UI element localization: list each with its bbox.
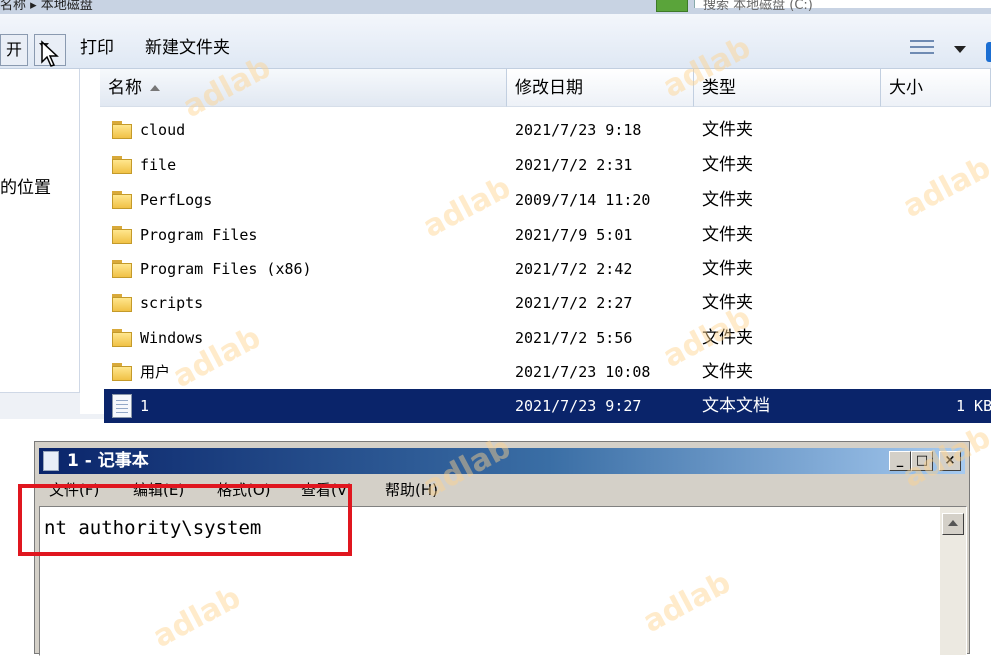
- file-date: 2021/7/23 9:18: [515, 121, 642, 139]
- file-name: file: [140, 156, 177, 174]
- notepad-title: 1 - 记事本: [67, 451, 149, 471]
- file-type: 文件夹: [702, 155, 753, 175]
- minimize-button[interactable]: _: [889, 451, 911, 471]
- column-header-name[interactable]: 名称: [100, 69, 507, 107]
- file-name: Program Files: [140, 226, 258, 244]
- file-type: 文件夹: [702, 328, 753, 348]
- folder-icon: [112, 294, 132, 312]
- file-name: cloud: [140, 121, 186, 139]
- file-type: 文件夹: [702, 190, 753, 210]
- file-date: 2021/7/9 5:01: [515, 226, 633, 244]
- scroll-up-button[interactable]: [942, 513, 964, 535]
- column-header-name-label: 名称: [108, 78, 142, 98]
- search-input[interactable]: 搜索 本地磁盘 (C:): [694, 0, 991, 13]
- go-icon[interactable]: [656, 0, 688, 12]
- file-date: 2021/7/23 9:27: [515, 397, 642, 415]
- file-name: 1: [140, 397, 150, 415]
- file-row[interactable]: 用户 2021/7/23 10:08 文件夹: [104, 355, 991, 389]
- file-type: 文件夹: [702, 362, 753, 382]
- file-name: PerfLogs: [140, 191, 213, 209]
- file-type: 文件夹: [702, 120, 753, 140]
- file-row[interactable]: Program Files (x86) 2021/7/2 2:42 文件夹: [104, 252, 991, 286]
- new-folder-button[interactable]: 新建文件夹: [145, 36, 230, 60]
- file-type: 文件夹: [702, 293, 753, 313]
- file-name: Windows: [140, 329, 204, 347]
- view-dropdown-icon[interactable]: [954, 46, 966, 53]
- toolbar: 开 打印 新建文件夹: [0, 14, 991, 69]
- column-header-date[interactable]: 修改日期: [507, 69, 694, 107]
- file-type: 文件夹: [702, 225, 753, 245]
- file-size: 1 KB: [956, 397, 991, 415]
- file-date: 2021/7/2 2:27: [515, 294, 633, 312]
- text-document-icon: [112, 394, 132, 418]
- help-icon[interactable]: [986, 42, 991, 62]
- file-date: 2021/7/2 2:42: [515, 260, 633, 278]
- mouse-cursor-icon: [41, 40, 59, 67]
- file-date: 2021/7/23 10:08: [515, 363, 651, 381]
- file-row[interactable]: PerfLogs 2009/7/14 11:20 文件夹: [104, 183, 991, 217]
- file-row[interactable]: Windows 2021/7/2 5:56 文件夹: [104, 321, 991, 355]
- view-options-icon[interactable]: [910, 38, 936, 58]
- highlight-annotation-box: [18, 484, 352, 556]
- folder-icon: [112, 121, 132, 139]
- maximize-button[interactable]: □: [911, 451, 933, 471]
- navigation-pane: 的位置: [0, 69, 80, 392]
- column-header-size[interactable]: 大小: [881, 69, 991, 107]
- sort-ascending-icon: [150, 85, 160, 91]
- menu-help[interactable]: 帮助(H): [385, 476, 438, 504]
- folder-icon: [112, 329, 132, 347]
- file-row-selected[interactable]: 1 2021/7/23 9:27 文本文档 1 KB: [104, 389, 991, 423]
- file-date: 2021/7/2 5:56: [515, 329, 633, 347]
- address-bar-strip: 名称 ▸ 本地磁盘 搜索 本地磁盘 (C:): [0, 0, 991, 14]
- file-name: scripts: [140, 294, 204, 312]
- file-name: 用户: [140, 363, 171, 381]
- address-path[interactable]: 名称 ▸ 本地磁盘: [0, 0, 640, 13]
- file-row[interactable]: cloud 2021/7/23 9:18 文件夹: [104, 113, 991, 147]
- folder-icon: [112, 156, 132, 174]
- file-row[interactable]: file 2021/7/2 2:31 文件夹: [104, 148, 991, 182]
- folder-icon: [112, 226, 132, 244]
- file-date: 2009/7/14 11:20: [515, 191, 651, 209]
- file-date: 2021/7/2 2:31: [515, 156, 633, 174]
- file-type: 文件夹: [702, 259, 753, 279]
- vertical-scrollbar[interactable]: [940, 507, 966, 655]
- folder-icon: [112, 260, 132, 278]
- nav-item-recent-places[interactable]: 的位置: [0, 173, 51, 198]
- print-button[interactable]: 打印: [80, 36, 114, 60]
- file-type: 文本文档: [702, 396, 770, 416]
- open-button[interactable]: 开: [0, 34, 28, 66]
- file-list: 名称 修改日期 类型 大小 cloud 2021/7/23 9:18 文件夹 f…: [80, 69, 991, 423]
- folder-icon: [112, 191, 132, 209]
- file-name: Program Files (x86): [140, 260, 312, 278]
- close-button[interactable]: ×: [939, 451, 961, 471]
- file-row[interactable]: scripts 2021/7/2 2:27 文件夹: [104, 286, 991, 320]
- notepad-icon: [43, 451, 59, 471]
- file-row[interactable]: Program Files 2021/7/9 5:01 文件夹: [104, 218, 991, 252]
- folder-icon: [112, 363, 132, 381]
- notepad-title-bar[interactable]: 1 - 记事本 _ □ ×: [39, 448, 965, 474]
- column-header-type[interactable]: 类型: [694, 69, 881, 107]
